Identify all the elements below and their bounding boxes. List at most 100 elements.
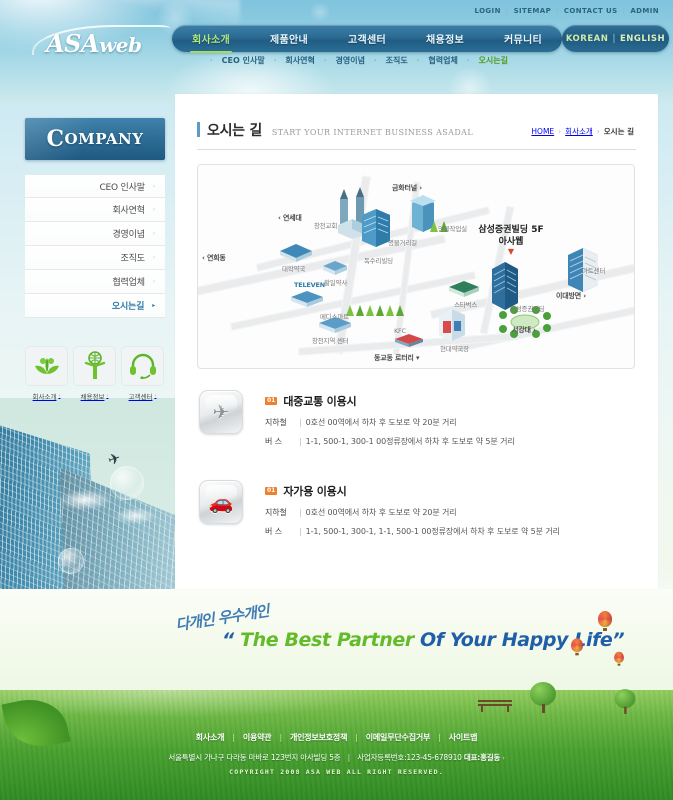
map-direction-yonsei-univ: ‹ 연세대 xyxy=(278,214,302,222)
footer-separator: | xyxy=(438,733,441,742)
sidebar-item-directions[interactable]: 오시는길 ▸ xyxy=(25,294,165,318)
utility-separator: | xyxy=(505,7,509,15)
subnav-bullet: · xyxy=(416,56,420,65)
utility-separator: | xyxy=(556,7,559,15)
map-label-art-center: 아트센터 xyxy=(582,267,606,275)
map-label-samsung-securities-bldg: 삼성증권빌딩 xyxy=(510,305,545,313)
map-label-inmul-studio: 인물작업실 xyxy=(438,225,467,233)
map-label-changcheon-center: 창천지역 센터 xyxy=(312,337,349,345)
footer-link-company[interactable]: 회사소개 xyxy=(196,732,225,743)
footer-link-terms[interactable]: 이용약관 xyxy=(243,732,272,743)
map-direction-yeonhui-dong: ‹ 연희동 xyxy=(202,254,226,262)
quicklink-customer-center[interactable]: 고객센터 › xyxy=(121,346,164,401)
person-globe-icon xyxy=(73,346,116,386)
chevron-right-icon: › xyxy=(152,206,155,213)
subnav-bullet: · xyxy=(273,56,277,65)
footer-link-email-refusal[interactable]: 이메일무단수집거부 xyxy=(366,732,431,743)
chevron-right-icon: ▸ xyxy=(152,302,155,309)
site-logo[interactable]: ASAweb xyxy=(32,23,172,61)
subnav-bullet: · xyxy=(323,56,327,65)
map-direction-geumhwa-tunnel: 금화터널 › xyxy=(392,184,422,192)
map-label-myeongmul-street: 명물거리길 xyxy=(388,239,417,247)
utility-link-admin[interactable]: ADMIN xyxy=(630,7,659,15)
utility-links: LOGIN | SITEMAP | CONTACT US | ADMIN xyxy=(474,7,659,15)
nav-item-company[interactable]: 회사소개 xyxy=(172,31,250,46)
sidebar-item-label: 오시는길 xyxy=(111,302,145,312)
sidebar-item-history[interactable]: 회사연혁 › xyxy=(25,198,165,222)
airplane-icon: ✈ xyxy=(212,400,230,424)
location-map[interactable]: 금화터널 › ‹ 연세대 ‹ 연희동 이대방면 › 서강대 › 동교동 로터리 … xyxy=(197,164,635,369)
subnav-item-ceo-greeting[interactable]: CEO 인사말 xyxy=(222,55,265,66)
subnav-item-org-chart[interactable]: 조직도 xyxy=(386,55,408,66)
map-canvas: 금화터널 › ‹ 연세대 ‹ 연희동 이대방면 › 서강대 › 동교동 로터리 … xyxy=(198,165,634,368)
map-label-kfc: KFC xyxy=(394,327,406,335)
transport-title: 자가용 이용시 xyxy=(283,485,347,498)
main-content: 오시는 길 START YOUR INTERNET BUSINESS ASADA… xyxy=(175,94,658,589)
transport-number-badge: 01 xyxy=(265,486,278,496)
map-main-destination-label: 삼성증권빌딩 5F 아사웹 ▼ xyxy=(466,225,556,258)
lang-korean-button[interactable]: KOREAN xyxy=(566,34,608,44)
quicklink-company-intro[interactable]: 회사소개 › xyxy=(25,346,68,401)
chevron-right-icon: › xyxy=(152,254,155,261)
bubble-decoration xyxy=(58,548,84,574)
footer-copyright: COPYRIGHT 2008 ASA WEB ALL RIGHT RESERVE… xyxy=(229,768,444,776)
page-root: LOGIN | SITEMAP | CONTACT US | ADMIN ASA… xyxy=(0,0,673,800)
breadcrumb-company[interactable]: 회사소개 xyxy=(565,126,593,137)
sidebar-item-philosophy[interactable]: 경영이념 › xyxy=(25,222,165,246)
subnav-item-directions[interactable]: 오시는길 xyxy=(479,55,508,66)
map-label-starbucks: 스타벅스 xyxy=(454,301,478,309)
chevron-right-icon: › xyxy=(502,755,505,762)
footer-separator: | xyxy=(232,733,235,742)
main-navigation: 회사소개 제품안내 고객센터 채용정보 커뮤니티 KOREAN | ENGLIS… xyxy=(172,25,669,52)
map-building-hyundai-pharmacy xyxy=(439,309,465,341)
footer-link-privacy[interactable]: 개인정보보호정책 xyxy=(290,732,347,743)
map-building-televen xyxy=(291,291,323,307)
breadcrumb-current: 오시는 길 xyxy=(603,127,634,136)
sidebar-item-label: CEO 인사말 xyxy=(99,182,145,193)
transport-row-subway: 지하철 | 0호선 00역에서 하차 후 도보로 약 20분 거리 xyxy=(265,418,457,427)
utility-link-sitemap[interactable]: SITEMAP xyxy=(514,7,552,15)
nav-item-recruit[interactable]: 채용정보 xyxy=(406,31,484,46)
quicklink-label: 채용정보 › xyxy=(80,393,109,401)
subnav-item-philosophy[interactable]: 경영이념 xyxy=(335,55,364,66)
sidebar-item-label: 경영이념 xyxy=(112,230,145,240)
subnav-bullet: · xyxy=(373,56,377,65)
nav-item-customer-center[interactable]: 고객센터 xyxy=(328,31,406,46)
site-footer: 회사소개 | 이용약관 | 개인정보보호정책 | 이메일무단수집거부 | 사이트… xyxy=(0,732,673,776)
sidebar-item-partners[interactable]: 협력업체 › xyxy=(25,270,165,294)
breadcrumb-home[interactable]: HOME xyxy=(531,127,554,136)
transport-heading: 01 자가용 이용시 xyxy=(265,483,637,499)
header-divider xyxy=(197,149,636,150)
sidebar-item-org-chart[interactable]: 조직도 › xyxy=(25,246,165,270)
map-building-pharmacy xyxy=(280,244,312,262)
map-direction-ewha: 이대방면 › xyxy=(556,292,586,300)
sprout-icon xyxy=(25,346,68,386)
sidebar-menu: CEO 인사말 › 회사연혁 › 경영이념 › 조직도 › 협력업체 › 오시는… xyxy=(25,174,165,318)
sidebar-item-ceo-greeting[interactable]: CEO 인사말 › xyxy=(25,174,165,198)
utility-link-login[interactable]: LOGIN xyxy=(474,7,500,15)
sidebar-item-label: 회사연혁 xyxy=(112,206,145,216)
transport-title: 대중교통 이용시 xyxy=(283,395,357,408)
map-label-changcheon-church: 창천교회 xyxy=(314,222,338,230)
map-direction-donggyo-rotary: 동교동 로터리 ▾ xyxy=(374,354,420,362)
transport-icon-frame: ✈ xyxy=(199,390,243,434)
subnav-item-partners[interactable]: 협력업체 xyxy=(428,55,457,66)
nav-item-products[interactable]: 제품안내 xyxy=(250,31,328,46)
subnav-bullet: · xyxy=(466,56,470,65)
utility-link-contact-us[interactable]: CONTACT US xyxy=(564,7,618,15)
footer-link-sitemap[interactable]: 사이트맵 xyxy=(449,732,478,743)
footer-separator: | xyxy=(355,733,358,742)
transport-row-subway: 지하철 | 0호선 00역에서 하차 후 도보로 약 20분 거리 xyxy=(265,508,457,517)
lang-english-button[interactable]: ENGLISH xyxy=(620,34,665,44)
chevron-right-icon: › xyxy=(152,278,155,285)
nav-item-community[interactable]: 커뮤니티 xyxy=(484,31,562,46)
map-building-small xyxy=(323,261,347,275)
chevron-right-icon: › xyxy=(152,230,155,237)
car-icon: 🚗 xyxy=(208,490,234,514)
subnav-item-history[interactable]: 회사연혁 xyxy=(285,55,314,66)
footer-separator: | xyxy=(279,733,282,742)
quicklink-recruit[interactable]: 채용정보 › xyxy=(73,346,116,401)
map-tree-row xyxy=(346,305,404,316)
transport-info-car: 🚗 01 자가용 이용시 지하철 | 0호선 00역에서 하차 후 도보로 약 20… xyxy=(197,480,637,562)
footer-address-line: 서울특별시 가나구 다라동 마바로 123번지 아사빌딩 5층 | 사업자등록번… xyxy=(0,752,673,763)
